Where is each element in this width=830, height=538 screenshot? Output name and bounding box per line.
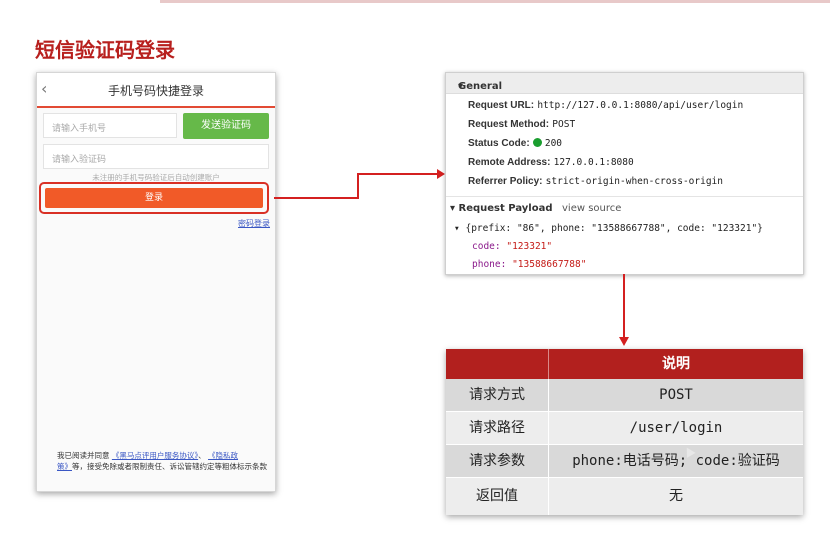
status-code-value: 200 (544, 138, 563, 149)
row-value: /user/login (629, 420, 723, 436)
slide-title: 短信验证码登录 (35, 38, 175, 62)
phone-login-screen: ‹ 手机号码快捷登录 请输入手机号 发送验证码 请输入验证码 未注册的手机号码验… (36, 72, 276, 492)
row-key: 请求参数 (469, 453, 525, 469)
payload-code-key: code: (472, 241, 501, 252)
table-row: 返回值 无 (446, 478, 803, 515)
privacy-policy-link-part2[interactable]: 策》 (57, 462, 72, 471)
arrow-right-icon (437, 169, 445, 179)
payload-phone-key: phone: (472, 259, 507, 270)
status-dot-icon (532, 138, 542, 147)
payload-code-value: "123321" (506, 241, 553, 252)
request-payload-label: Request Payload (458, 203, 553, 214)
remote-address-row: Remote Address: 127.0.0.1:8080 (468, 157, 634, 168)
connector-line (623, 274, 625, 338)
table-row: 请求参数 phone:电话号码; code:验证码 (446, 445, 803, 477)
referrer-policy-row: Referrer Policy: strict-origin-when-cros… (468, 176, 723, 187)
password-login-link[interactable]: 密码登录 (238, 218, 270, 229)
request-method-row: Request Method: POST (468, 119, 575, 130)
privacy-policy-link-part1[interactable]: 《隐私政 (208, 451, 238, 460)
request-url-row: Request URL: http://127.0.0.1:8080/api/u… (468, 100, 743, 111)
connector-line (274, 197, 358, 199)
request-payload-header[interactable]: ▾ Request Payload (450, 203, 553, 214)
phone-number-input[interactable]: 请输入手机号 (43, 113, 177, 138)
row-value: 无 (669, 488, 683, 504)
table-header: 说明 (446, 349, 803, 379)
row-divider (446, 477, 803, 478)
payload-summary[interactable]: ▾ {prefix: "86", phone: "13588667788", c… (454, 223, 763, 234)
remote-address-value: 127.0.0.1:8080 (553, 157, 634, 168)
arrow-down-icon (619, 337, 629, 346)
column-divider (548, 379, 549, 515)
row-key: 请求路径 (469, 420, 525, 436)
row-divider (446, 444, 803, 445)
section-divider (446, 196, 803, 197)
payload-code-row: code: "123321" (472, 241, 552, 252)
status-code-key: Status Code: (468, 138, 530, 149)
devtools-request-panel: ▾ General Request URL: http://127.0.0.1:… (445, 72, 804, 275)
login-button-highlight: 登录 (39, 182, 269, 214)
connector-line (357, 173, 439, 175)
payload-phone-row: phone: "13588667788" (472, 259, 586, 270)
row-value: phone:电话号码; code:验证码 (572, 453, 780, 469)
agreement-prefix: 我已阅读并同意 (57, 451, 110, 460)
row-key: 请求方式 (469, 387, 525, 403)
payload-phone-value: "13588667788" (512, 259, 587, 270)
connector-line (357, 173, 359, 199)
top-divider (160, 0, 830, 3)
general-label: General (458, 81, 502, 92)
referrer-policy-value: strict-origin-when-cross-origin (545, 176, 723, 187)
agreement-suffix: 等，接受免除或者限制责任、诉讼管辖约定等粗体标示条款 (72, 462, 267, 471)
row-divider (446, 411, 803, 412)
triangle-down-icon: ▾ (454, 223, 460, 234)
service-agreement-link[interactable]: 《黑马点评用户服务协议》 (112, 451, 198, 460)
remote-address-key: Remote Address: (468, 157, 551, 168)
agreement-separator: 、 (198, 451, 206, 460)
payload-summary-text: {prefix: "86", phone: "13588667788", cod… (465, 223, 763, 234)
agreement-text: 我已阅读并同意 《黑马点评用户服务协议》、 《隐私政 策》等，接受免除或者限制责… (57, 450, 271, 472)
status-code-row: Status Code: 200 (468, 138, 562, 149)
send-code-button[interactable]: 发送验证码 (183, 113, 269, 139)
request-url-value: http://127.0.0.1:8080/api/user/login (537, 100, 744, 111)
referrer-policy-key: Referrer Policy: (468, 176, 543, 187)
table-row: 请求路径 /user/login (446, 412, 803, 444)
request-method-key: Request Method: (468, 119, 550, 130)
triangle-down-icon: ▾ (450, 203, 456, 214)
table-row: 请求方式 POST (446, 379, 803, 411)
request-url-key: Request URL: (468, 100, 535, 111)
row-key: 返回值 (476, 488, 518, 504)
phone-header: ‹ 手机号码快捷登录 (37, 73, 275, 108)
general-section-header[interactable]: ▾ General (446, 73, 803, 94)
verification-code-input[interactable]: 请输入验证码 (43, 144, 269, 169)
request-method-value: POST (552, 119, 576, 130)
phone-header-title: 手机号码快捷登录 (107, 84, 204, 98)
api-description-table: 说明 请求方式 POST 请求路径 /user/login 请求参数 phone… (446, 349, 803, 515)
row-value: POST (659, 387, 693, 403)
view-source-link[interactable]: view source (562, 203, 621, 214)
table-header-label: 说明 (662, 356, 690, 372)
login-button[interactable]: 登录 (45, 188, 263, 208)
